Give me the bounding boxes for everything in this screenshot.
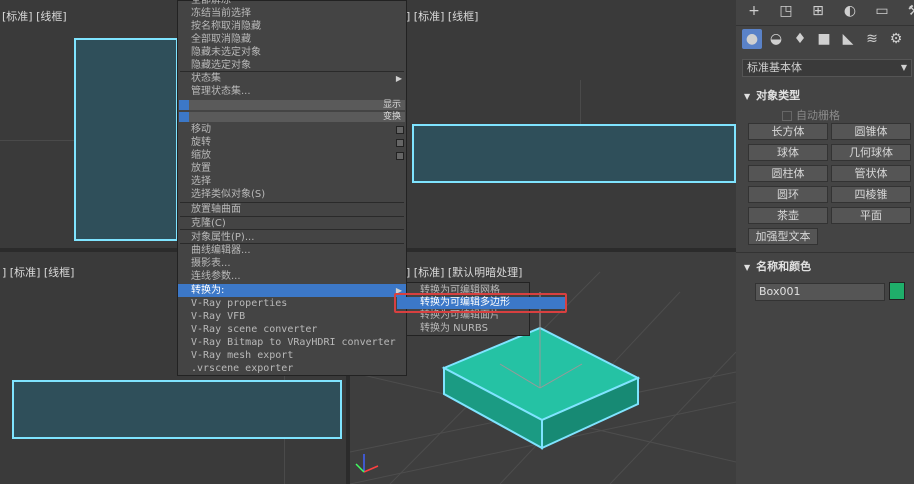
menu-item-label: 选择类似对象(S) <box>191 189 266 200</box>
utilities-icon[interactable]: ⚒ <box>904 1 914 21</box>
primitive-button[interactable]: 平面 <box>831 207 911 224</box>
menu-item-wire-params[interactable]: 连线参数... <box>178 270 406 283</box>
systems-icon[interactable]: ⚙ <box>886 29 906 49</box>
menu-item-vray[interactable]: V-Ray VFB <box>178 310 406 323</box>
menu-item-label: 旋转 <box>191 137 211 148</box>
menu-item-curve-editor[interactable]: 曲线编辑器... <box>178 244 406 257</box>
modify-icon[interactable]: ◳ <box>776 1 796 21</box>
primitive-button[interactable]: 管状体 <box>831 165 911 182</box>
menu-item[interactable]: 冻结当前选择 <box>178 7 406 20</box>
primitive-button[interactable]: 圆柱体 <box>748 165 828 182</box>
quad-band-display: 显示 <box>179 100 405 110</box>
command-panel: + ◳ ⊞ ◐ ▭ ⚒ ●◒♦■◣≋⚙ 标准基本体▼ ▼对象类型 自动栅格 长方体圆锥体球… <box>736 0 914 484</box>
menu-item-convert-to[interactable]: 转换为: ▶ <box>178 284 406 297</box>
hierarchy-icon[interactable]: ⊞ <box>808 1 828 21</box>
primitive-button[interactable]: 加强型文本 <box>748 228 818 245</box>
menu-item[interactable]: 选择类似对象(S) <box>178 188 406 201</box>
quad-context-menu: 全部解冻 冻结当前选择 按名称取消隐藏 全部取消隐藏 隐藏未选定对象 隐藏选定对象 状态集… <box>177 0 407 376</box>
helper-icon[interactable]: ◣ <box>838 29 858 49</box>
box-object-top[interactable] <box>12 380 342 439</box>
menu-item-manage-state-set[interactable]: 管理状态集... <box>178 85 406 98</box>
menu-item[interactable]: 隐藏未选定对象 <box>178 46 406 59</box>
viewport-label[interactable]: ] [标准] [线框] <box>406 8 478 24</box>
primitive-button[interactable]: 茶壶 <box>748 207 828 224</box>
menu-item[interactable]: 旋转 <box>178 136 406 149</box>
submenu-item[interactable]: 转换为 NURBS <box>407 323 529 335</box>
object-category-dropdown[interactable]: 标准基本体 ▼ <box>742 59 912 77</box>
quad-band-transform: 变换 <box>179 112 405 122</box>
rollout-name-color[interactable]: ▼ 名称和颜色 <box>744 258 811 274</box>
rollout-object-type[interactable]: ▼ 对象类型 <box>744 87 800 103</box>
menu-item[interactable]: 放置 <box>178 162 406 175</box>
spacewarp-icon[interactable]: ≋ <box>862 29 882 49</box>
viewport-top-right[interactable]: ] [标准] [线框] <box>350 0 736 248</box>
menu-item-place-pivot[interactable]: 放置轴曲面 <box>178 203 406 216</box>
annotation-highlight-box <box>394 293 567 313</box>
settings-box-icon[interactable] <box>396 139 404 147</box>
menu-item-vray[interactable]: V-Ray scene converter <box>178 323 406 336</box>
light-icon[interactable]: ♦ <box>790 29 810 49</box>
motion-icon[interactable]: ◐ <box>840 1 860 21</box>
menu-separator <box>180 229 404 230</box>
menu-item[interactable]: 缩放 <box>178 149 406 162</box>
menu-item-label: 放置 <box>191 163 211 174</box>
primitive-button[interactable]: 圆环 <box>748 186 828 203</box>
menu-item-label: 选择 <box>191 176 211 187</box>
menu-item[interactable]: 全部解冻 <box>178 0 406 7</box>
menu-item[interactable]: 按名称取消隐藏 <box>178 20 406 33</box>
primitive-button[interactable]: 长方体 <box>748 123 828 140</box>
plus-icon[interactable]: + <box>744 1 764 21</box>
menu-item[interactable]: 全部取消隐藏 <box>178 33 406 46</box>
viewport-label[interactable]: [标准] [线框] <box>2 8 67 24</box>
axis-gizmo-icon <box>355 454 379 473</box>
primitive-button[interactable]: 四棱锥 <box>831 186 911 203</box>
shapes-icon[interactable]: ◒ <box>766 29 786 49</box>
sphere-icon[interactable]: ● <box>742 29 762 49</box>
primitive-button[interactable]: 球体 <box>748 144 828 161</box>
object-color-swatch[interactable] <box>889 282 905 300</box>
box-object-left[interactable] <box>412 124 736 183</box>
menu-item-vray[interactable]: V-Ray mesh export <box>178 349 406 362</box>
viewport-label[interactable]: ] [标准] [线框] <box>2 264 74 280</box>
menu-item-dope-sheet[interactable]: 摄影表... <box>178 257 406 270</box>
primitive-button[interactable]: 圆锥体 <box>831 123 911 140</box>
menu-item-label: 缩放 <box>191 150 211 161</box>
settings-box-icon[interactable] <box>396 126 404 134</box>
menu-item[interactable]: 移动 <box>178 123 406 136</box>
primitive-button[interactable]: 几何球体 <box>831 144 911 161</box>
display-icon[interactable]: ▭ <box>872 1 892 21</box>
menu-item-state-set[interactable]: 状态集 ▶ <box>178 72 406 85</box>
menu-item-vray[interactable]: V-Ray properties <box>178 297 406 310</box>
object-name-field[interactable]: Box001 <box>755 283 885 301</box>
camera-icon[interactable]: ■ <box>814 29 834 49</box>
box-object-front[interactable] <box>74 38 178 241</box>
menu-item[interactable]: 选择 <box>178 175 406 188</box>
settings-box-icon[interactable] <box>396 152 404 160</box>
menu-item-vray[interactable]: .vrscene exporter <box>178 362 406 375</box>
auto-grid-checkbox[interactable]: 自动栅格 <box>782 107 840 123</box>
menu-item-vray[interactable]: V-Ray Bitmap to VRayHDRI converter <box>178 336 406 349</box>
menu-item-label: 移动 <box>191 124 211 135</box>
